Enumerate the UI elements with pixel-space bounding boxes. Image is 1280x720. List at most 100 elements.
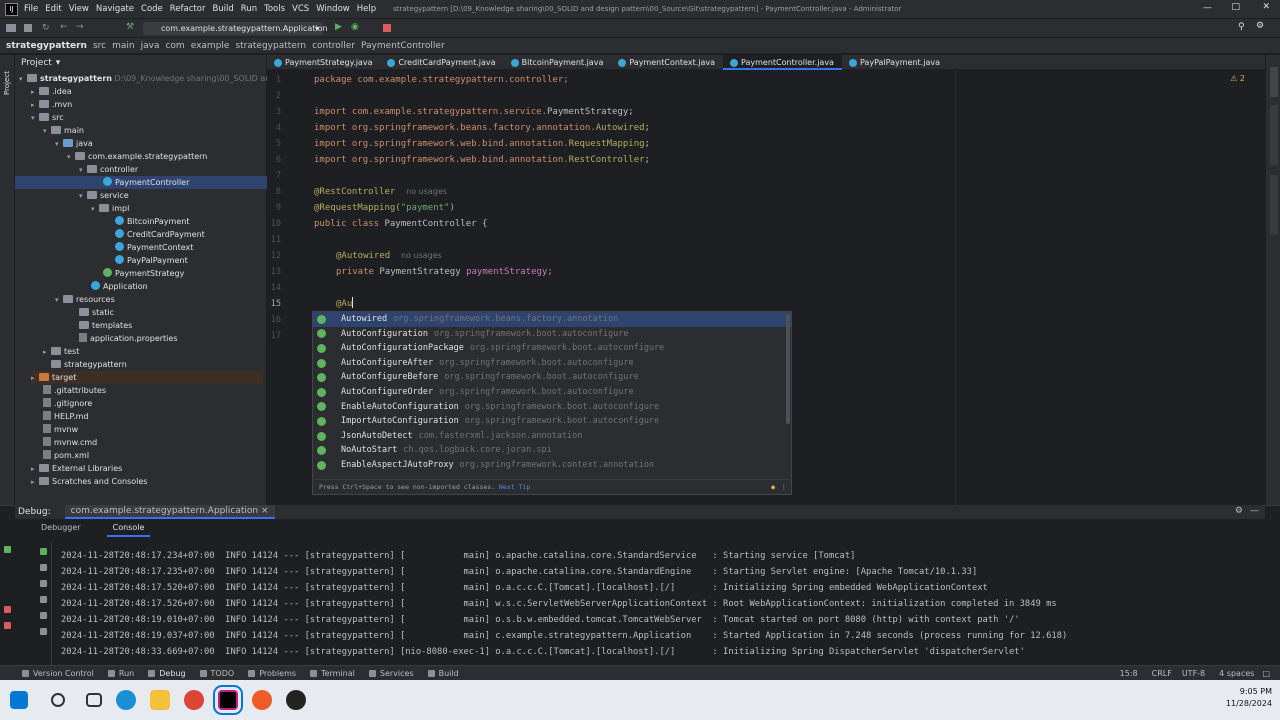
tree-item[interactable]: PaymentStrategy (103, 267, 184, 280)
menu-vcs[interactable]: VCS (292, 4, 309, 14)
breadcrumb-item[interactable]: strategypattern (235, 41, 306, 51)
breadcrumb-item[interactable]: strategypattern (6, 41, 87, 51)
tree-item[interactable]: BitcoinPayment (115, 215, 189, 228)
tree-item[interactable]: application.properties (79, 332, 178, 345)
completion-item[interactable]: AutoConfiguration org.springframework.boo… (313, 327, 791, 342)
scroll-down-icon[interactable] (40, 580, 47, 587)
rerun-icon[interactable] (40, 548, 47, 555)
clear-icon[interactable] (40, 628, 47, 635)
completion-item[interactable]: AutoConfigurationPackage org.springframew… (313, 341, 791, 356)
menu-code[interactable]: Code (141, 4, 163, 14)
tab-console[interactable]: Console (106, 523, 151, 537)
tree-item[interactable]: strategypattern (43, 358, 127, 371)
save-icon[interactable] (24, 24, 32, 32)
line-separator[interactable]: CRLF (1152, 669, 1172, 678)
menu-refactor[interactable]: Refactor (170, 4, 206, 14)
resume-icon[interactable] (4, 546, 11, 553)
stop-icon[interactable] (383, 24, 391, 32)
tree-item[interactable]: PaymentContext (115, 241, 193, 254)
tree-item[interactable]: ▸ test (43, 345, 79, 358)
next-tip-link[interactable]: Next Tip (499, 483, 530, 491)
run-config-selector[interactable]: com.example.strategypattern.Application … (143, 22, 328, 35)
completion-item[interactable]: JsonAutoDetect com.fasterxml.jackson.anno… (313, 429, 791, 444)
tree-item[interactable]: ▾ main (43, 124, 84, 137)
lock-icon[interactable]: □ (1262, 669, 1270, 678)
status-build[interactable]: Build (427, 669, 459, 678)
tree-item[interactable]: static (79, 306, 114, 319)
tree-item[interactable]: ▸ .idea (31, 85, 72, 98)
search-icon[interactable]: ⚲ (1238, 22, 1245, 32)
tree-item[interactable]: templates (79, 319, 132, 332)
more-options-icon[interactable]: ⋮ (781, 480, 788, 494)
stop-debug-icon[interactable] (4, 606, 11, 613)
close-button[interactable]: ✕ (1262, 2, 1270, 12)
tree-item[interactable]: PayPalPayment (115, 254, 188, 267)
completion-item[interactable]: AutoConfigureAfter org.springframework.bo… (313, 356, 791, 371)
menu-file[interactable]: File (24, 4, 38, 14)
tree-item[interactable]: ▾ controller (79, 163, 138, 176)
menu-window[interactable]: Window (316, 4, 350, 14)
settings-gear-icon[interactable]: ⚙ (1256, 21, 1264, 31)
tree-item[interactable]: mvnw.cmd (43, 436, 97, 449)
windows-start-icon[interactable] (10, 691, 28, 709)
ai-assistant-tool-button[interactable] (1270, 105, 1278, 165)
completion-item[interactable]: AutoConfigureBefore org.springframework.b… (313, 370, 791, 385)
completion-item[interactable]: ImportAutoConfiguration org.springframewo… (313, 414, 791, 429)
breadcrumb-item[interactable]: controller (312, 41, 355, 51)
project-panel-header[interactable]: Project ▾ (15, 55, 266, 70)
debug-icon[interactable]: ◉ (351, 22, 359, 32)
task-view-icon[interactable] (86, 693, 102, 707)
tab-debugger[interactable]: Debugger (35, 523, 87, 537)
status-todo[interactable]: TODO (199, 669, 234, 678)
menu-run[interactable]: Run (241, 4, 257, 14)
intellij-icon[interactable] (213, 685, 243, 715)
tree-item[interactable]: ▾ service (79, 189, 129, 202)
menu-help[interactable]: Help (357, 4, 376, 14)
back-icon[interactable]: ← (60, 22, 68, 32)
print-icon[interactable] (40, 612, 47, 619)
sync-icon[interactable]: ↻ (42, 23, 50, 33)
tree-item[interactable]: mvnw (43, 423, 78, 436)
breadcrumb-item[interactable]: main (112, 41, 135, 51)
tree-item[interactable]: pom.xml (43, 449, 89, 462)
tree-item[interactable]: Application (91, 280, 148, 293)
tree-root[interactable]: ▾ strategypattern D:\09_Knowledge sharing… (19, 72, 294, 85)
tree-item[interactable]: ▸ Scratches and Consoles (31, 475, 147, 488)
project-tool-button[interactable]: Project (3, 65, 12, 95)
app-icon[interactable] (286, 690, 306, 710)
tree-item[interactable]: ▾ java (55, 137, 93, 150)
completion-item[interactable]: NoAutoStart ch.qos.logback.core.joran.spi (313, 443, 791, 458)
chrome-icon[interactable] (184, 690, 204, 710)
edge-browser-icon[interactable] (116, 690, 136, 710)
completion-item[interactable]: EnableAspectJAutoProxy org.springframewor… (313, 458, 791, 473)
breadcrumb-item[interactable]: example (191, 41, 230, 51)
status-services[interactable]: Services (368, 669, 414, 678)
notifications-tool-button[interactable] (1270, 175, 1278, 235)
file-encoding[interactable]: UTF-8 (1182, 669, 1205, 678)
menu-edit[interactable]: Edit (45, 4, 61, 14)
status-run[interactable]: Run (107, 669, 134, 678)
tree-item[interactable]: .gitignore (43, 397, 92, 410)
run-icon[interactable]: ▶ (335, 22, 342, 32)
maven-tool-button[interactable] (1270, 67, 1278, 97)
usage-hint[interactable]: no usages (401, 251, 442, 260)
breadcrumb-item[interactable]: PaymentController (361, 41, 445, 51)
tree-item[interactable]: ▸ target (31, 371, 263, 384)
minimize-button[interactable]: — (1203, 3, 1212, 13)
tree-item[interactable]: ▾ resources (55, 293, 115, 306)
status-terminal[interactable]: Terminal (310, 669, 355, 678)
usage-hint[interactable]: no usages (406, 187, 447, 196)
file-explorer-icon[interactable] (150, 690, 170, 710)
minimize-panel-icon[interactable]: — (1250, 506, 1259, 516)
folder-icon[interactable] (6, 24, 16, 32)
popup-scrollbar[interactable] (786, 314, 790, 424)
settings-gear-icon[interactable]: ⚙ (1235, 506, 1243, 516)
postman-icon[interactable] (252, 690, 272, 710)
soft-wrap-icon[interactable] (40, 596, 47, 603)
menu-tools[interactable]: Tools (264, 4, 285, 14)
completion-item[interactable]: AutoConfigureOrder org.springframework.bo… (313, 385, 791, 400)
debug-session-tab[interactable]: com.example.strategypattern.Application … (64, 505, 275, 519)
lightbulb-icon[interactable]: ● (771, 480, 775, 494)
tree-item[interactable]: ▾ com.example.strategypattern (67, 150, 207, 163)
tree-item-selected[interactable]: PaymentController (15, 176, 267, 189)
